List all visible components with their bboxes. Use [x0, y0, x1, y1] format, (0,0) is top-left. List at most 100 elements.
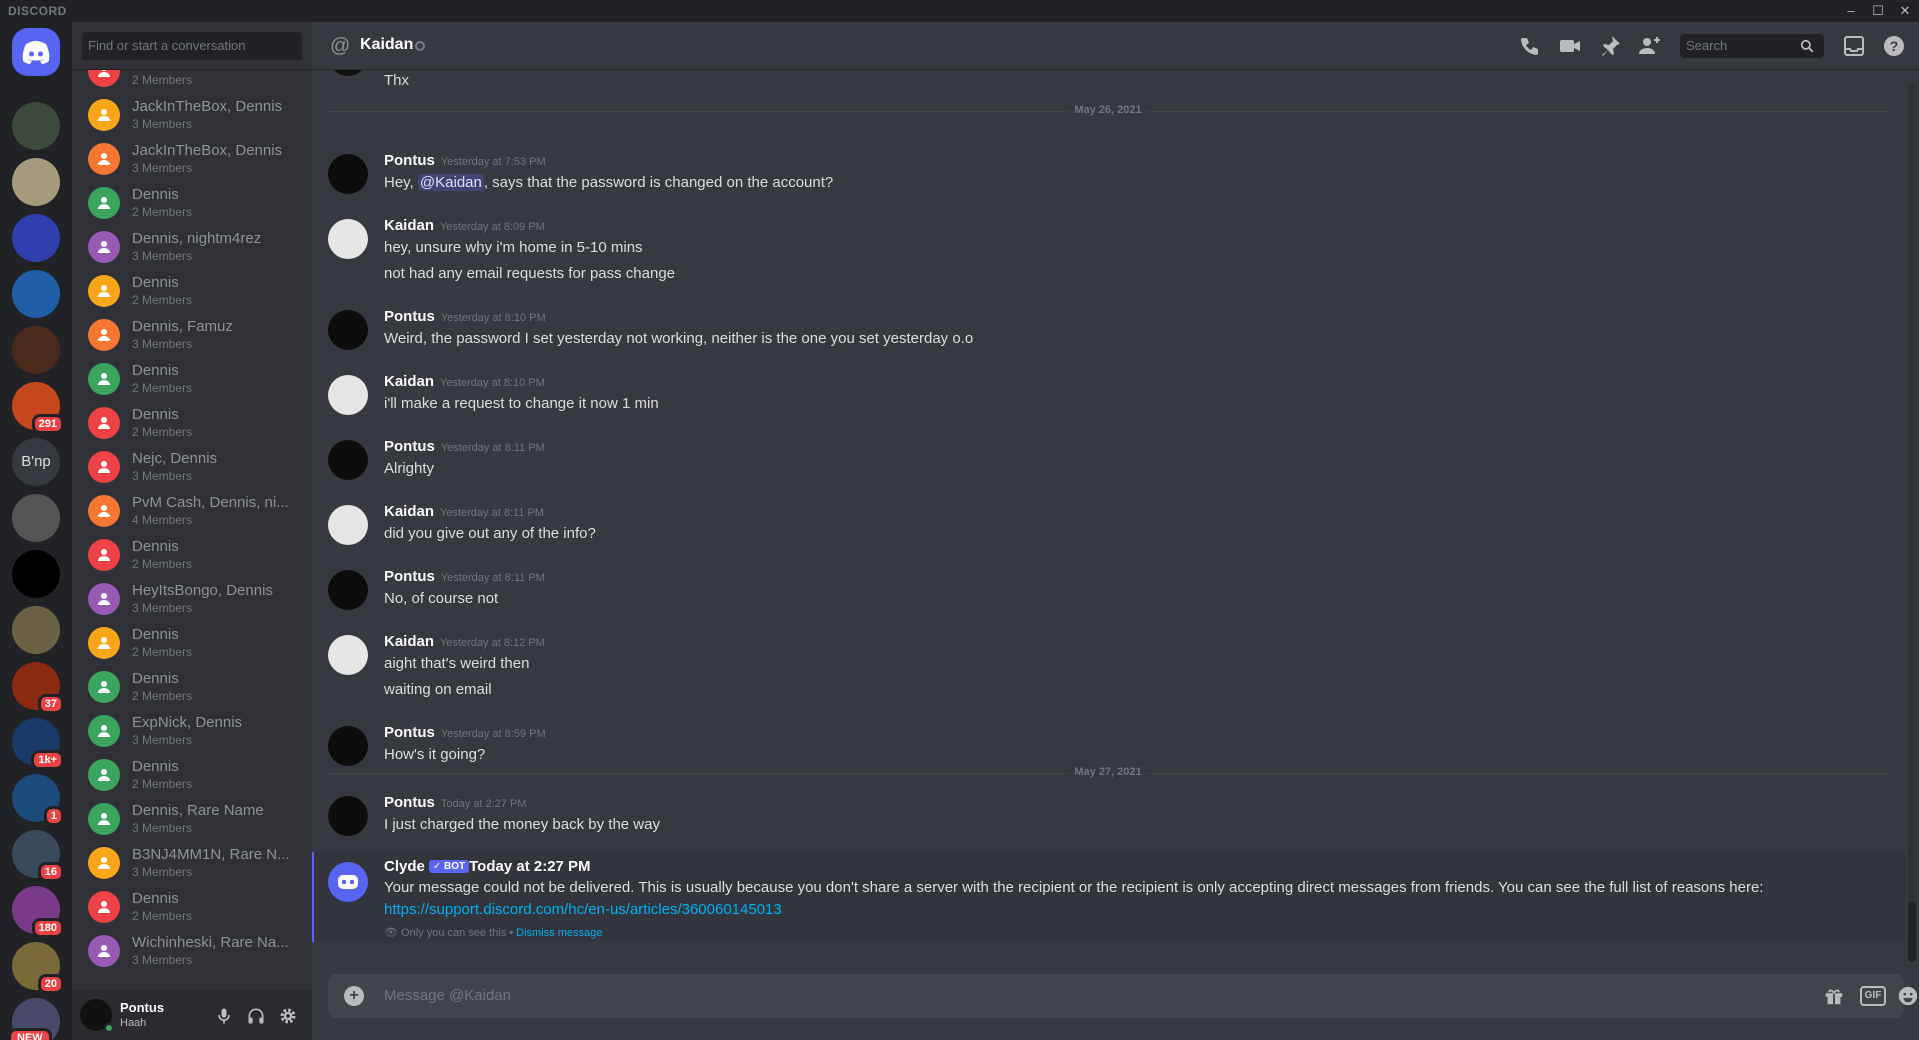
message-author[interactable]: Clyde ✓ BOT Today at 2:27 PM — [384, 858, 591, 875]
dm-member-count: 3 Members — [132, 469, 193, 483]
dm-name: Dennis — [132, 670, 179, 687]
message-author[interactable]: Kaidan Yesterday at 8:09 PM — [384, 217, 545, 234]
dm-list-item[interactable]: Nejc, Dennis 3 Members — [80, 446, 306, 488]
headphones-icon[interactable] — [246, 1006, 266, 1026]
dm-list-item[interactable]: HeyItsBongo, Dennis 3 Members — [80, 578, 306, 620]
group-dm-icon — [98, 549, 110, 561]
avatar[interactable] — [328, 154, 368, 194]
dm-member-count: 2 Members — [132, 73, 193, 87]
help-icon[interactable]: ? — [1882, 34, 1906, 58]
dm-list-item[interactable]: Dennis 2 Members — [80, 182, 306, 224]
server-icon[interactable] — [12, 550, 60, 598]
server-icon[interactable] — [12, 214, 60, 262]
inbox-icon[interactable] — [1842, 34, 1866, 58]
server-icon[interactable] — [12, 158, 60, 206]
dm-list-item[interactable]: PvM Cash, Dennis, ni... 4 Members — [80, 490, 306, 532]
microphone-icon[interactable] — [214, 1006, 234, 1026]
dm-list-item[interactable]: Dennis 2 Members — [80, 754, 306, 796]
home-button[interactable] — [12, 28, 60, 76]
dm-list-item[interactable]: Dennis, Rare Name 3 Members — [80, 798, 306, 840]
group-dm-icon — [98, 637, 110, 649]
server-icon[interactable]: 37 — [12, 662, 64, 714]
server-icon[interactable]: 180 — [12, 886, 64, 938]
avatar[interactable] — [328, 219, 368, 259]
server-icon[interactable]: 1k+ — [12, 718, 64, 770]
dm-list-item[interactable]: Dennis, nightm4rez 3 Members — [80, 226, 306, 268]
dm-member-count: 3 Members — [132, 337, 193, 351]
emoji-icon[interactable] — [1896, 985, 1919, 1007]
server-icon[interactable] — [12, 494, 60, 542]
avatar[interactable] — [328, 635, 368, 675]
avatar[interactable] — [328, 440, 368, 480]
avatar[interactable] — [328, 505, 368, 545]
message-author[interactable]: Kaidan Yesterday at 8:10 PM — [384, 373, 545, 390]
server-icon[interactable]: 16 — [12, 830, 64, 882]
dm-member-count: 2 Members — [132, 425, 193, 439]
message-author[interactable]: Pontus Today at 2:27 PM — [384, 794, 526, 811]
server-icon[interactable]: 1 — [12, 774, 64, 826]
pinned-messages-icon[interactable] — [1598, 34, 1622, 58]
support-link[interactable]: https://support.discord.com/hc/en-us/art… — [384, 901, 782, 918]
dm-list-item[interactable]: Dennis 2 Members — [80, 270, 306, 312]
maximize-icon[interactable]: ☐ — [1866, 2, 1890, 20]
voice-call-icon[interactable] — [1518, 34, 1542, 58]
dm-list-item[interactable]: JackInTheBox, Dennis 3 Members — [80, 138, 306, 180]
timestamp: Today at 2:27 PM — [440, 798, 527, 810]
settings-gear-icon[interactable] — [278, 1006, 298, 1026]
dm-list-item[interactable]: Dennis 2 Members — [80, 70, 306, 92]
server-icon-bnp[interactable]: B'np — [12, 438, 60, 486]
dm-search-input[interactable]: Find or start a conversation — [82, 32, 302, 60]
gift-icon[interactable] — [1822, 985, 1846, 1007]
dm-list-item[interactable]: Dennis 2 Members — [80, 534, 306, 576]
server-icon[interactable] — [12, 102, 60, 150]
dm-list-item[interactable]: Dennis, Famuz 3 Members — [80, 314, 306, 356]
user-mention[interactable]: @Kaidan — [417, 174, 484, 191]
dm-list-item[interactable]: Dennis 2 Members — [80, 402, 306, 444]
server-icon[interactable]: 291 — [12, 382, 64, 434]
scrollbar-track[interactable] — [1908, 82, 1916, 962]
message-author[interactable]: Pontus Yesterday at 8:10 PM — [384, 308, 546, 325]
avatar[interactable] — [328, 310, 368, 350]
group-avatar — [88, 803, 120, 835]
dm-list-item[interactable]: JackInTheBox, Dennis 3 Members — [80, 94, 306, 136]
dm-list-item[interactable]: Dennis 2 Members — [80, 622, 306, 664]
message-input[interactable]: Message @Kaidan — [384, 987, 511, 1004]
server-icon[interactable] — [12, 270, 60, 318]
close-icon[interactable]: ✕ — [1893, 2, 1917, 20]
message-author[interactable]: Kaidan Yesterday at 8:11 PM — [384, 503, 544, 520]
avatar[interactable] — [328, 375, 368, 415]
avatar[interactable] — [328, 796, 368, 836]
group-dm-icon — [98, 769, 110, 781]
minimize-icon[interactable]: – — [1839, 2, 1863, 20]
message-author[interactable]: Kaidan Yesterday at 8:12 PM — [384, 633, 545, 650]
message-author[interactable]: Pontus Yesterday at 8:11 PM — [384, 568, 545, 585]
dm-list-item[interactable]: Dennis 2 Members — [80, 666, 306, 708]
server-icon[interactable] — [12, 326, 60, 374]
dm-member-count: 2 Members — [132, 645, 193, 659]
add-friend-icon[interactable] — [1638, 34, 1662, 58]
dm-list-item[interactable]: ExpNick, Dennis 3 Members — [80, 710, 306, 752]
dismiss-message-link[interactable]: Dismiss message — [516, 927, 602, 939]
message-author[interactable]: Pontus Yesterday at 7:53 PM — [384, 152, 546, 169]
dm-list-item[interactable]: B3NJ4MM1N, Rare N... 3 Members — [80, 842, 306, 884]
server-icon[interactable]: NEW — [8, 998, 60, 1040]
dm-list-item[interactable]: Dennis 2 Members — [80, 886, 306, 928]
upload-plus-icon[interactable]: + — [344, 986, 364, 1006]
dm-list-item[interactable]: Dennis 2 Members — [80, 358, 306, 400]
server-icon[interactable]: 20 — [12, 942, 64, 994]
gif-icon[interactable]: GIF — [1860, 986, 1886, 1006]
message-author[interactable]: Pontus Yesterday at 8:59 PM — [384, 724, 546, 741]
group-dm-icon — [98, 505, 110, 517]
avatar[interactable] — [328, 570, 368, 610]
clyde-system-message: Clyde ✓ BOT Today at 2:27 PM Your message … — [312, 852, 1906, 942]
message-text: not had any email requests for pass chan… — [384, 265, 676, 282]
scrollbar-thumb[interactable] — [1908, 902, 1916, 962]
message-text: Hey, @Kaidan, says that the password is … — [384, 174, 833, 191]
server-icon[interactable] — [12, 606, 60, 654]
mention-badge: 37 — [37, 694, 64, 714]
group-avatar — [88, 935, 120, 967]
avatar[interactable] — [328, 726, 368, 766]
dm-list-item[interactable]: Wichinheski, Rare Na... 3 Members — [80, 930, 306, 972]
message-author[interactable]: Pontus Yesterday at 8:11 PM — [384, 438, 545, 455]
video-call-icon[interactable] — [1558, 34, 1582, 58]
